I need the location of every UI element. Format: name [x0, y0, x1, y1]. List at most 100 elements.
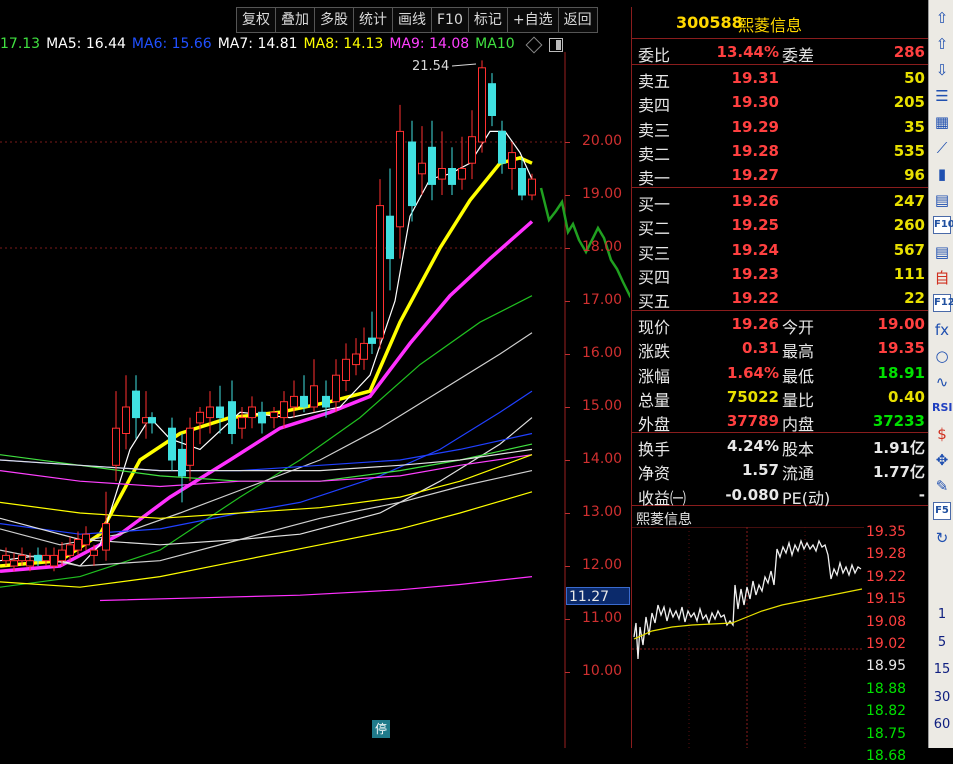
period-button-30[interactable]: 30: [932, 688, 952, 708]
row-value: 19.25: [731, 216, 779, 235]
row-label: 买一: [638, 195, 671, 214]
intraday-mini-chart[interactable]: [632, 527, 864, 748]
candle-body: [508, 152, 516, 170]
period-button-15[interactable]: 15: [932, 660, 952, 680]
ask-volume: 205: [893, 93, 925, 112]
mini-axis-label: 19.22: [866, 568, 907, 585]
f10-button[interactable]: F10: [933, 216, 953, 234]
stat-row[interactable]: 现价 19.26 今开 19.00: [632, 312, 929, 337]
row-value-2: 18.91: [877, 363, 925, 382]
row-value: 19.26: [731, 315, 779, 333]
bid-row[interactable]: 买二 19.25 260: [632, 213, 929, 238]
stat-row[interactable]: 涨跌 0.31 最高 19.35: [632, 336, 929, 362]
toolbar-button-6[interactable]: 标记: [467, 7, 508, 33]
bid-row[interactable]: 买四 19.23 111: [632, 262, 929, 287]
moving-average-line: [0, 220, 534, 574]
ask-row[interactable]: 卖五 19.31 50: [632, 66, 929, 91]
candle-body: [448, 168, 456, 185]
toolbar-button-4[interactable]: 画线: [392, 7, 432, 33]
ask-row[interactable]: 卖三 19.29 35: [632, 115, 929, 140]
row-value: 1.57: [741, 461, 779, 480]
ask-volume: 50: [904, 69, 925, 87]
stat-row[interactable]: 涨幅 1.64% 最低 18.91: [632, 361, 929, 386]
mini-axis-label: 18.75: [866, 725, 907, 742]
wave-icon[interactable]: ∿: [932, 372, 952, 392]
toolbar-button-7[interactable]: +自选: [506, 7, 559, 33]
f5-button[interactable]: F5: [933, 502, 951, 520]
line-chart-icon[interactable]: ⟋: [932, 138, 952, 158]
ma-legend-item: MA6: 15.66: [131, 36, 212, 52]
candle-body: [186, 427, 194, 466]
bid-row[interactable]: 买五 19.22 22: [632, 286, 929, 311]
price-axis-label: 18.00: [582, 239, 623, 255]
toolbar-button-3[interactable]: 统计: [353, 7, 393, 33]
candle-body: [102, 523, 110, 551]
panel-toggle-icon[interactable]: [549, 38, 563, 52]
row-label-2: 流通: [782, 464, 815, 484]
toolbar-button-2[interactable]: 多股: [314, 7, 354, 33]
moving-average-line: [99, 576, 533, 602]
suspension-badge: 停: [372, 720, 390, 738]
fin-row[interactable]: 换手 4.24% 股本 1.91亿: [632, 434, 929, 459]
bid-volume: 111: [893, 264, 925, 283]
candle-body: [42, 554, 50, 562]
ma-legend-item: MA8: 14.13: [303, 36, 384, 52]
rsi-button[interactable]: RSI: [932, 398, 953, 418]
ask-row[interactable]: 卖一 19.27 96: [632, 163, 929, 188]
stat-row[interactable]: 总量 75022 量比 0.40: [632, 385, 929, 410]
ask-row[interactable]: 卖四 19.30 205: [632, 90, 929, 115]
candle-body: [34, 554, 42, 562]
ask-volume: 96: [904, 166, 925, 185]
candle-body: [122, 406, 130, 434]
down-outline-icon[interactable]: ⇩: [932, 60, 952, 80]
candle-body: [26, 560, 34, 567]
diamond-icon[interactable]: [525, 36, 543, 54]
row-label: 买三: [638, 243, 671, 263]
grid-icon[interactable]: ▦: [932, 112, 952, 132]
toolbar-button-8[interactable]: 返回: [557, 7, 598, 33]
dollar-icon[interactable]: $: [932, 424, 952, 444]
candle-body: [74, 539, 82, 551]
toolbar-button-1[interactable]: 叠加: [275, 7, 315, 33]
period-button-1[interactable]: 1: [932, 605, 952, 625]
moving-average-line: [0, 443, 533, 482]
tool-sidebar: ⇧ ⇧ ⇩ ☰ ▦ ⟋ ▮ ▤ F10 ▤ 自 F12 fx ○ ∿ RSI $ ✥ ✎ F5 ↻ 1 5 15 30 60: [928, 0, 953, 748]
self-icon[interactable]: 自: [932, 268, 952, 288]
move-icon[interactable]: ✥: [932, 450, 952, 470]
moving-average-line: [0, 130, 533, 567]
ask-row[interactable]: 卖二 19.28 535: [632, 139, 929, 164]
toolbar-button-5[interactable]: F10: [431, 7, 469, 33]
stat-row[interactable]: 外盘 37789 内盘 37233: [632, 409, 929, 434]
period-button-5[interactable]: 5: [932, 633, 952, 653]
kline-chart[interactable]: 21.54: [0, 52, 630, 748]
bid-row[interactable]: 买三 19.24 567: [632, 238, 929, 263]
toolbar-button-0[interactable]: 复权: [236, 7, 276, 33]
refresh-icon[interactable]: ↻: [932, 528, 952, 548]
up-outline-icon[interactable]: ⇧: [932, 34, 952, 54]
row-value: 19.23: [731, 264, 779, 283]
fin-row[interactable]: 净资 1.57 流通 1.77亿: [632, 458, 929, 484]
bid-row[interactable]: 买一 19.26 247: [632, 189, 929, 214]
kline-icon[interactable]: ▮: [932, 164, 952, 184]
period-button-60[interactable]: 60: [932, 715, 952, 735]
up-arrow-icon[interactable]: ⇧: [932, 8, 952, 28]
bid-volume: 247: [893, 192, 925, 210]
row-value-2: 37233: [872, 412, 925, 431]
f12-button[interactable]: F12: [933, 294, 953, 312]
candle-body: [58, 549, 66, 562]
list-icon[interactable]: ☰: [932, 86, 952, 106]
row-label-2: 最高: [782, 342, 815, 362]
circle-icon[interactable]: ○: [932, 346, 952, 366]
fin-row[interactable]: 收益㈠ -0.080 PE(动) -: [632, 483, 929, 508]
pencil-icon[interactable]: ✎: [932, 476, 952, 496]
row-value-2: 19.35: [877, 339, 925, 358]
price-axis-label: 15.00: [582, 398, 623, 414]
candle-body: [300, 395, 308, 408]
window-icon[interactable]: ▤: [932, 190, 952, 210]
candle-body: [228, 401, 236, 435]
fx[interactable]: fx: [932, 320, 952, 340]
candle-body: [342, 358, 350, 381]
row-value: 19.28: [731, 141, 779, 160]
doc-icon[interactable]: ▤: [932, 242, 952, 262]
row-value: 19.29: [731, 117, 779, 136]
